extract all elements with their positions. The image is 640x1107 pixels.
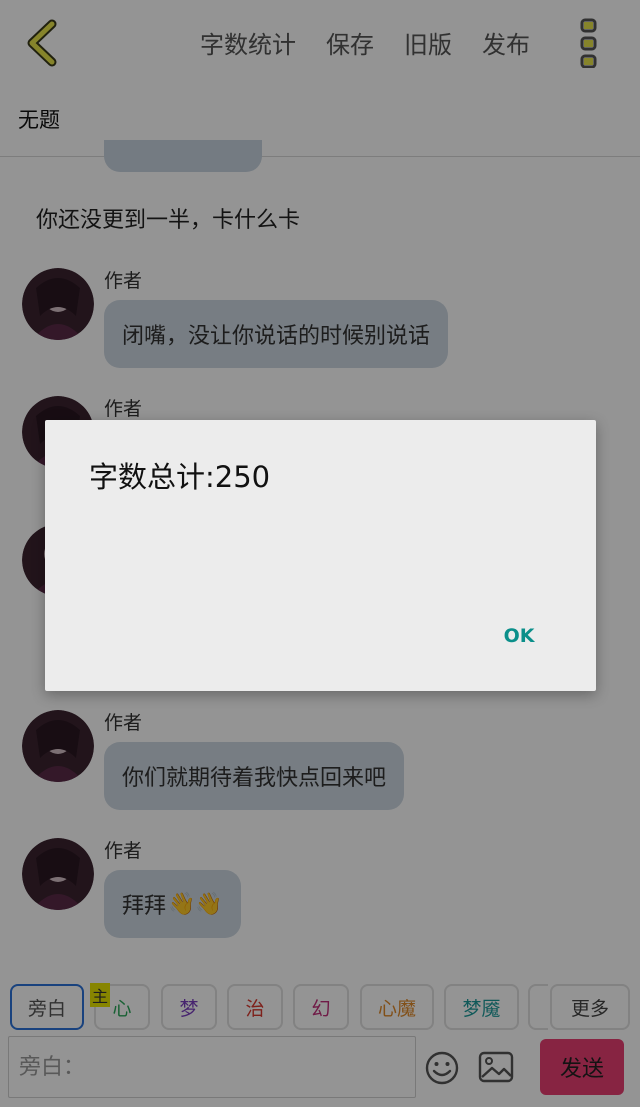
word-count-dialog: 字数总计:250 OK bbox=[45, 420, 596, 691]
chat-editor-screen: 字数统计 保存 旧版 发布 无题 你还没更到一半，卡什么卡 作者 闭嘴，没让你说… bbox=[0, 0, 640, 1107]
ok-button[interactable]: OK bbox=[491, 618, 547, 654]
dialog-message: 字数总计:250 bbox=[89, 460, 271, 494]
